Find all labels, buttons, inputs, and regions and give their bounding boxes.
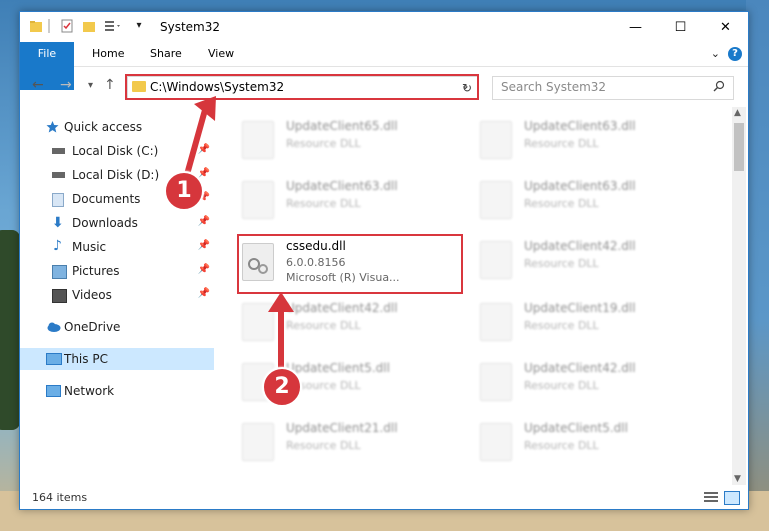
step-badge-1: 1 [164, 171, 204, 211]
step-badge-2: 2 [262, 367, 302, 407]
annotation-arrows [183, 96, 294, 372]
